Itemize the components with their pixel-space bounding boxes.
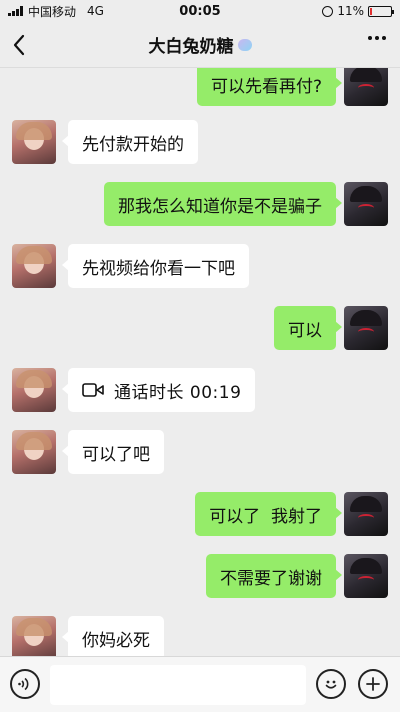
contact-avatar[interactable] [12,430,56,474]
battery-icon [368,5,394,17]
title-wrap: 大白兔奶糖 [149,32,252,57]
my-avatar[interactable] [344,554,388,598]
message-bubble-sent[interactable]: 可以了 我射了 [195,492,342,536]
more-dot [368,36,372,40]
status-left: 中国移动 4G [8,3,104,20]
more-dot [375,36,379,40]
my-avatar[interactable] [344,182,388,226]
contact-avatar[interactable] [12,616,56,656]
message-bubble-sent[interactable]: 可以先看再付? [196,68,343,106]
my-avatar[interactable] [344,68,388,106]
voice-button[interactable] [10,669,40,699]
message-input[interactable] [50,665,306,705]
video-camera-icon [82,382,104,398]
my-avatar[interactable] [344,306,388,350]
message-bubble-received[interactable]: 你妈必死 [62,616,164,656]
plus-icon [366,677,380,691]
plus-button[interactable] [358,669,388,699]
message-bubble-received[interactable]: 先视频给你看一下吧 [62,244,249,288]
status-right: 11% [322,4,394,18]
my-avatar[interactable] [344,492,388,536]
emoji-button[interactable] [316,669,346,699]
video-call-record[interactable]: 通话时长 00:19 [61,368,256,412]
battery-fill [370,7,372,15]
message-bubble-received[interactable]: 先付款开始的 [62,120,198,164]
network-label: 4G [87,4,104,18]
message-list[interactable]: 可以先看再付? 先付款开始的 那我怎么知道你是不是骗子 先视频给你看一下吧 可以 [0,68,400,656]
carrier-label: 中国移动 [28,4,77,19]
status-bar: 中国移动 4G 00:05 11% [0,0,400,22]
message-bubble-sent[interactable]: 那我怎么知道你是不是骗子 [104,182,342,226]
contact-avatar[interactable] [12,368,56,412]
title-badge-icon [237,38,252,51]
voice-icon [18,677,29,691]
chevron-left-icon [13,34,25,56]
emoji-icon [325,680,337,689]
input-bar [0,656,400,712]
chat-title: 大白兔奶糖 [148,37,234,57]
signal-icon [8,6,23,16]
more-dot [382,36,386,40]
contact-avatar[interactable] [12,120,56,164]
back-button[interactable] [12,30,36,60]
battery-label: 11% [337,4,364,18]
contact-avatar[interactable] [12,244,56,288]
rotation-lock-icon [322,5,334,17]
message-bubble-sent[interactable]: 不需要了谢谢 [206,554,342,598]
more-button[interactable] [368,36,386,40]
call-duration-label: 通话时长 00:19 [114,382,242,403]
chat-header: 大白兔奶糖 [0,22,400,68]
message-bubble-received[interactable]: 可以了吧 [62,430,164,474]
message-bubble-sent[interactable]: 可以 [274,306,342,350]
